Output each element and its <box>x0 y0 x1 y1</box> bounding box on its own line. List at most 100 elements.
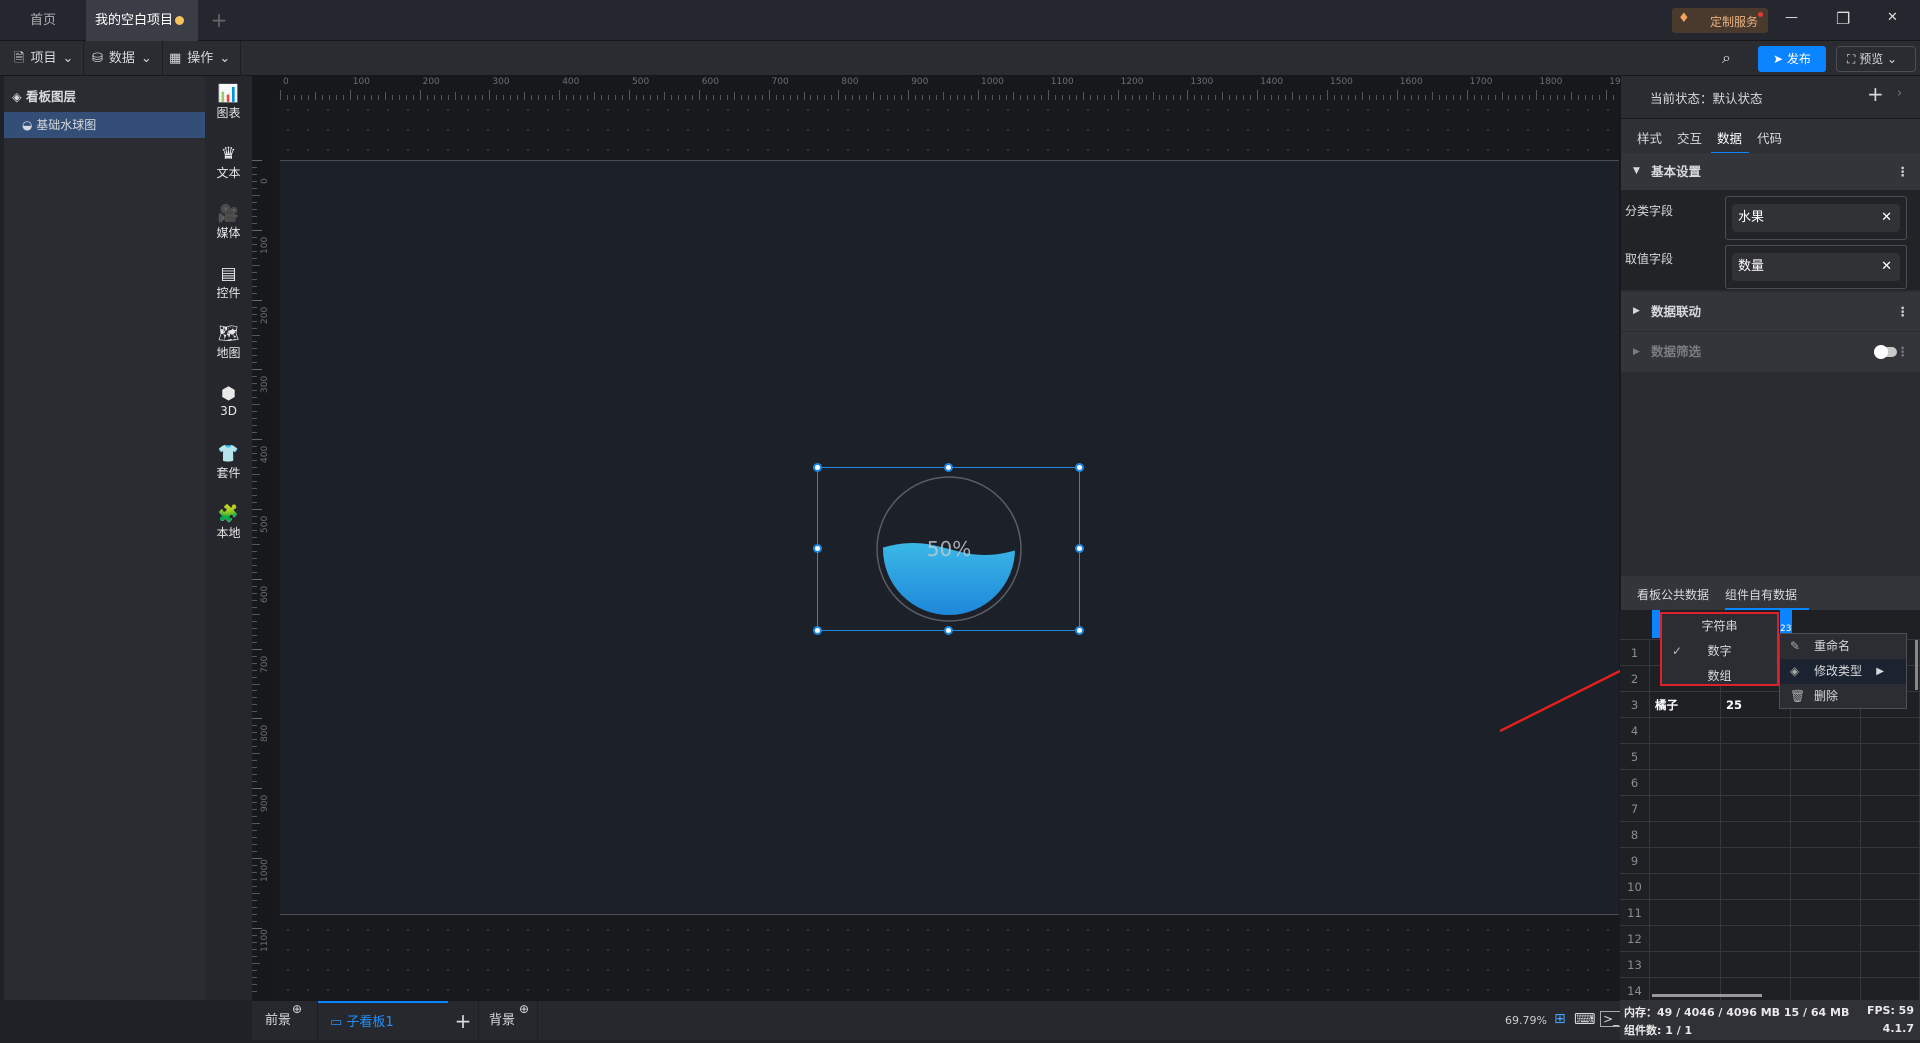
horizontal-ruler[interactable]: 0 100 200 300 400 500 600 700 800 900 1000 1100 1200… <box>252 76 1671 100</box>
menu-project[interactable]: 🗎 项目 ⌄ <box>4 41 85 76</box>
cell[interactable] <box>1650 718 1721 744</box>
cell[interactable] <box>1791 952 1861 978</box>
cell[interactable] <box>1791 926 1861 952</box>
tab-project[interactable]: 我的空白项目 <box>86 0 198 41</box>
clear-icon[interactable]: ✕ <box>1881 204 1892 232</box>
cell[interactable] <box>1721 744 1791 770</box>
tool-1[interactable]: ♛ 文本 <box>205 144 252 181</box>
add-tab-button[interactable]: + <box>204 0 234 41</box>
horizontal-scrollbar[interactable] <box>1652 994 1762 997</box>
resize-handle[interactable] <box>813 463 822 472</box>
menu-operation[interactable]: ▦ 操作 ⌄ <box>159 41 242 76</box>
cell[interactable] <box>1650 874 1721 900</box>
vertical-ruler[interactable]: 0 100 200 300 400 500 600 700 800 900 1000 1100 <box>252 76 278 1000</box>
tool-4[interactable]: 🗺 地图 <box>205 324 252 361</box>
publish-button[interactable]: ➤ 发布 <box>1758 46 1826 72</box>
terminal-icon[interactable]: >_ <box>1600 1011 1623 1027</box>
vertical-scrollbar[interactable] <box>1915 640 1918 690</box>
search-icon[interactable]: ⌕ <box>1722 48 1731 68</box>
tool-2[interactable]: 🎥 媒体 <box>205 204 252 241</box>
cell[interactable] <box>1791 848 1861 874</box>
chevron-right-icon[interactable]: › <box>1897 86 1902 101</box>
tool-5[interactable]: ⬢ 3D <box>205 384 252 418</box>
clear-icon[interactable]: ✕ <box>1881 253 1892 281</box>
cell[interactable] <box>1650 822 1721 848</box>
cell[interactable] <box>1861 796 1920 822</box>
cell[interactable] <box>1861 770 1920 796</box>
cell[interactable] <box>1861 926 1920 952</box>
cell[interactable] <box>1791 744 1861 770</box>
resize-handle[interactable] <box>944 626 953 635</box>
cell[interactable] <box>1861 822 1920 848</box>
tab-0[interactable]: 样式 <box>1637 128 1662 147</box>
resize-handle[interactable] <box>1075 626 1084 635</box>
value-field[interactable]: 数量 ✕ <box>1725 245 1907 289</box>
cell[interactable] <box>1861 744 1920 770</box>
tab-component-data[interactable]: 组件自有数据 <box>1725 586 1797 603</box>
resize-handle[interactable] <box>813 626 822 635</box>
background-tab[interactable]: 背景 ⊕ <box>478 1001 538 1041</box>
cell[interactable] <box>1791 718 1861 744</box>
menu-item-2[interactable]: 🗑 删除 <box>1780 684 1906 709</box>
cell[interactable] <box>1650 900 1721 926</box>
cell[interactable] <box>1861 900 1920 926</box>
subboard-tab[interactable]: ▭ 子看板1 <box>318 1001 448 1041</box>
section-linkage[interactable]: ▶ 数据联动 ⋮ <box>1621 292 1920 331</box>
add-subboard-button[interactable]: + <box>448 1001 478 1041</box>
tab-home[interactable]: 首页 <box>0 0 86 41</box>
tab-public-data[interactable]: 看板公共数据 <box>1637 586 1709 603</box>
column-header-1[interactable] <box>1652 610 1660 638</box>
cell[interactable] <box>1650 744 1721 770</box>
cell[interactable] <box>1861 848 1920 874</box>
resize-handle[interactable] <box>1075 544 1084 553</box>
type-option-2[interactable]: 数组 <box>1662 664 1777 689</box>
cell[interactable] <box>1650 770 1721 796</box>
resize-handle[interactable] <box>813 544 822 553</box>
more-icon[interactable]: ⋮ <box>1897 153 1910 190</box>
cell[interactable] <box>1721 796 1791 822</box>
cell[interactable] <box>1650 952 1721 978</box>
section-basic[interactable]: ▼ 基本设置 ⋮ <box>1621 153 1920 190</box>
zoom-level[interactable]: 69.79% <box>1505 1014 1547 1027</box>
category-field[interactable]: 水果 ✕ <box>1725 196 1907 240</box>
cell[interactable]: 橘子 <box>1650 692 1721 718</box>
add-state-button[interactable]: + <box>1867 82 1884 106</box>
cell[interactable] <box>1721 770 1791 796</box>
minimize-button[interactable]: — <box>1785 10 1798 25</box>
menu-item-1[interactable]: ◈ 修改类型 ▶ <box>1780 659 1906 684</box>
fit-screen-icon[interactable]: ⊞ <box>1554 1011 1566 1027</box>
cell[interactable] <box>1650 848 1721 874</box>
section-filter[interactable]: ▶ 数据筛选 ⋮ <box>1621 332 1920 372</box>
type-option-0[interactable]: 字符串 <box>1662 614 1777 639</box>
cell[interactable] <box>1721 952 1791 978</box>
cell[interactable] <box>1791 874 1861 900</box>
cell[interactable] <box>1650 796 1721 822</box>
restore-button[interactable]: ❐ <box>1836 9 1850 28</box>
cell[interactable] <box>1721 900 1791 926</box>
type-option-1[interactable]: ✓ 数字 <box>1662 639 1777 664</box>
more-icon[interactable]: ⋮ <box>1897 332 1910 372</box>
cell[interactable] <box>1650 926 1721 952</box>
resize-handle[interactable] <box>1075 463 1084 472</box>
selected-liquid-chart[interactable]: 50% <box>813 463 1084 635</box>
tab-3[interactable]: 代码 <box>1757 128 1782 147</box>
cell[interactable] <box>1721 822 1791 848</box>
cell[interactable] <box>1721 926 1791 952</box>
cell[interactable] <box>1861 874 1920 900</box>
preview-button[interactable]: ⛶ 预览 ⌄ <box>1836 46 1916 72</box>
menu-item-0[interactable]: ✎ 重命名 <box>1780 634 1906 659</box>
tool-6[interactable]: 👕 套件 <box>205 444 252 481</box>
cell[interactable] <box>1791 822 1861 848</box>
cell[interactable] <box>1721 874 1791 900</box>
menu-data[interactable]: ⛁ 数据 ⌄ <box>82 41 163 76</box>
add-circle-icon[interactable]: ⊕ <box>292 989 302 1029</box>
tool-0[interactable]: 📊 图表 <box>205 84 252 121</box>
cell[interactable] <box>1861 718 1920 744</box>
cell[interactable] <box>1791 796 1861 822</box>
tab-2[interactable]: 数据 <box>1717 128 1742 147</box>
tool-7[interactable]: 🧩 本地 <box>205 504 252 541</box>
filter-toggle[interactable] <box>1874 345 1897 359</box>
cell[interactable] <box>1721 718 1791 744</box>
custom-service-button[interactable]: ♦ 定制服务 <box>1672 8 1768 33</box>
cell[interactable] <box>1721 848 1791 874</box>
